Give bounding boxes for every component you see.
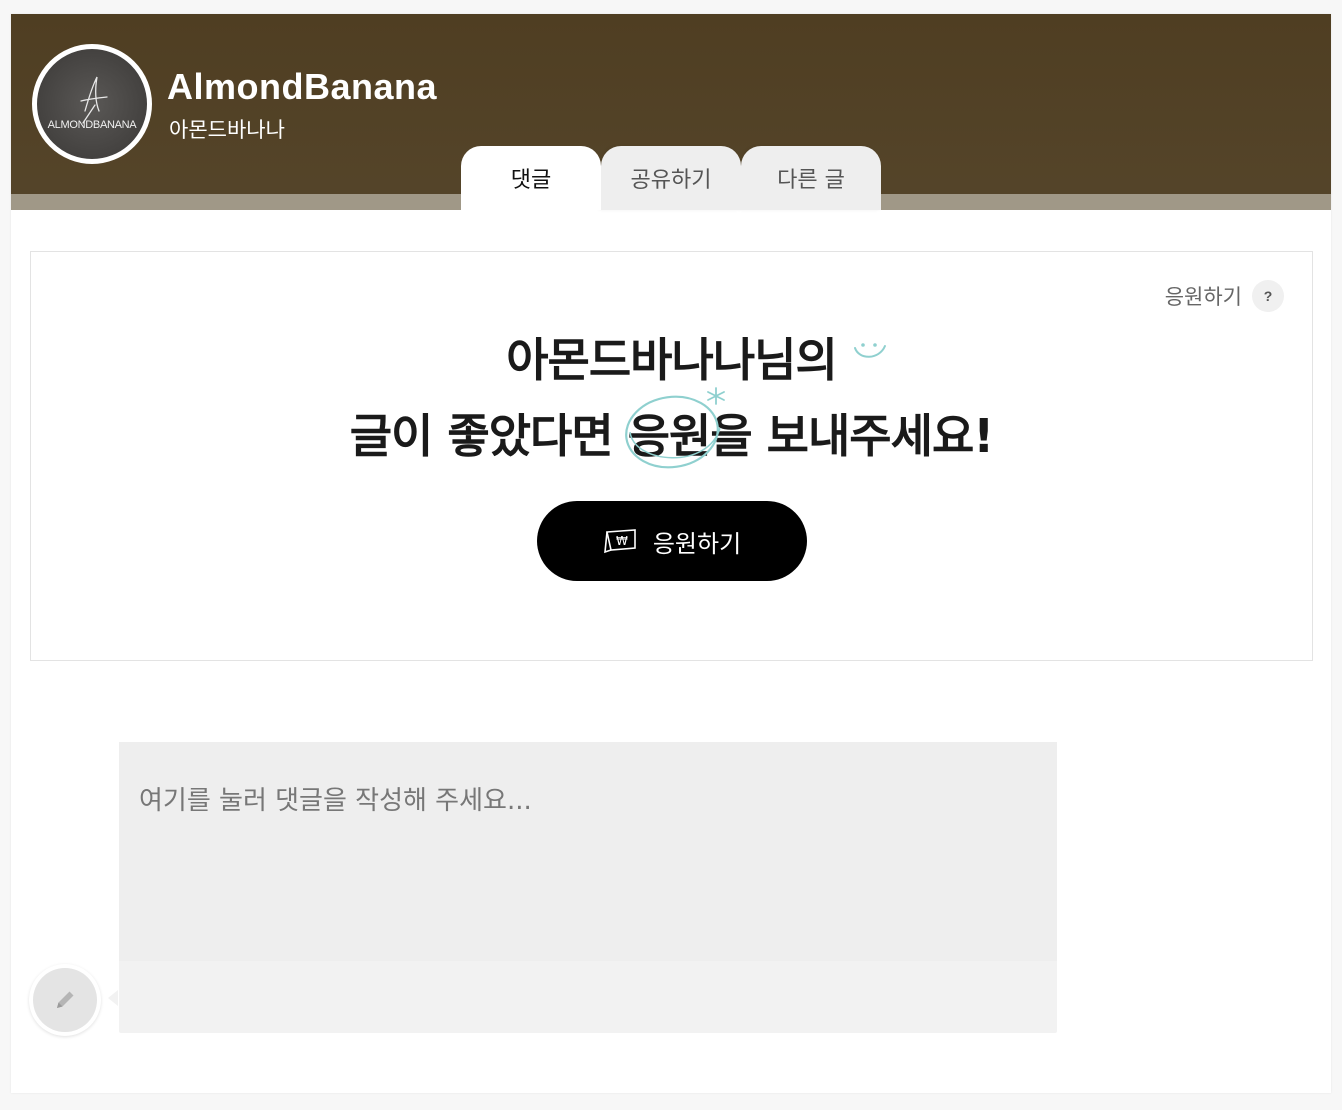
support-button[interactable]: ₩ 응원하기 xyxy=(537,501,807,581)
blog-subname: 아몬드바나나 xyxy=(169,118,285,142)
tab-share[interactable]: 공유하기 xyxy=(601,146,741,210)
support-help-link[interactable]: 응원하기 ? xyxy=(1165,280,1284,312)
comment-bubble-tail xyxy=(108,990,118,1006)
avatar-text: ALMONDBANANA xyxy=(47,119,137,131)
headline-text-before: 글이 좋았다면 xyxy=(349,409,628,463)
comment-input-zone[interactable]: 여기를 눌러 댓글을 작성해 주세요... xyxy=(119,742,1057,961)
support-button-label: 응원하기 xyxy=(652,529,742,558)
tab-other-posts[interactable]: 다른 글 xyxy=(741,146,881,210)
blog-avatar[interactable]: ALMONDBANANA xyxy=(32,44,152,164)
question-icon[interactable]: ? xyxy=(1252,280,1284,312)
tab-label: 공유하기 xyxy=(630,168,712,193)
support-headline-line2: 글이 좋았다면 응원을 보내주세요! xyxy=(31,387,1312,469)
svg-text:₩: ₩ xyxy=(616,534,628,548)
tab-comments[interactable]: 댓글 xyxy=(461,146,601,210)
money-bill-icon: ₩ xyxy=(603,529,636,554)
tab-label: 다른 글 xyxy=(777,168,845,193)
signature-logo-icon xyxy=(80,76,108,124)
headline-text-after: 을 보내주세요! xyxy=(710,409,994,463)
comment-textarea[interactable]: 여기를 눌러 댓글을 작성해 주세요... xyxy=(119,742,1057,1033)
pencil-icon-wrap xyxy=(33,968,97,1032)
headline-highlight: 응원 xyxy=(624,387,725,469)
blog-name[interactable]: AlmondBanana xyxy=(167,66,437,108)
tab-label: 댓글 xyxy=(510,168,552,193)
pencil-icon xyxy=(57,991,74,1008)
post-footer-card: ALMONDBANANA AlmondBanana 아몬드바나나 댓글 공유하기… xyxy=(11,14,1331,1093)
comment-placeholder: 여기를 눌러 댓글을 작성해 주세요... xyxy=(139,786,532,816)
headline-highlight-text: 응원 xyxy=(627,409,712,463)
smile-doodle-icon xyxy=(854,343,886,358)
write-comment-button[interactable] xyxy=(29,964,101,1036)
support-help-label: 응원하기 xyxy=(1164,285,1242,309)
support-section: 응원하기 ? 아몬드바나나님의 글이 좋았다면 응원을 보내주세요! ₩ 응원하… xyxy=(30,251,1313,661)
support-headline-line1: 아몬드바나나님의 xyxy=(506,333,838,387)
